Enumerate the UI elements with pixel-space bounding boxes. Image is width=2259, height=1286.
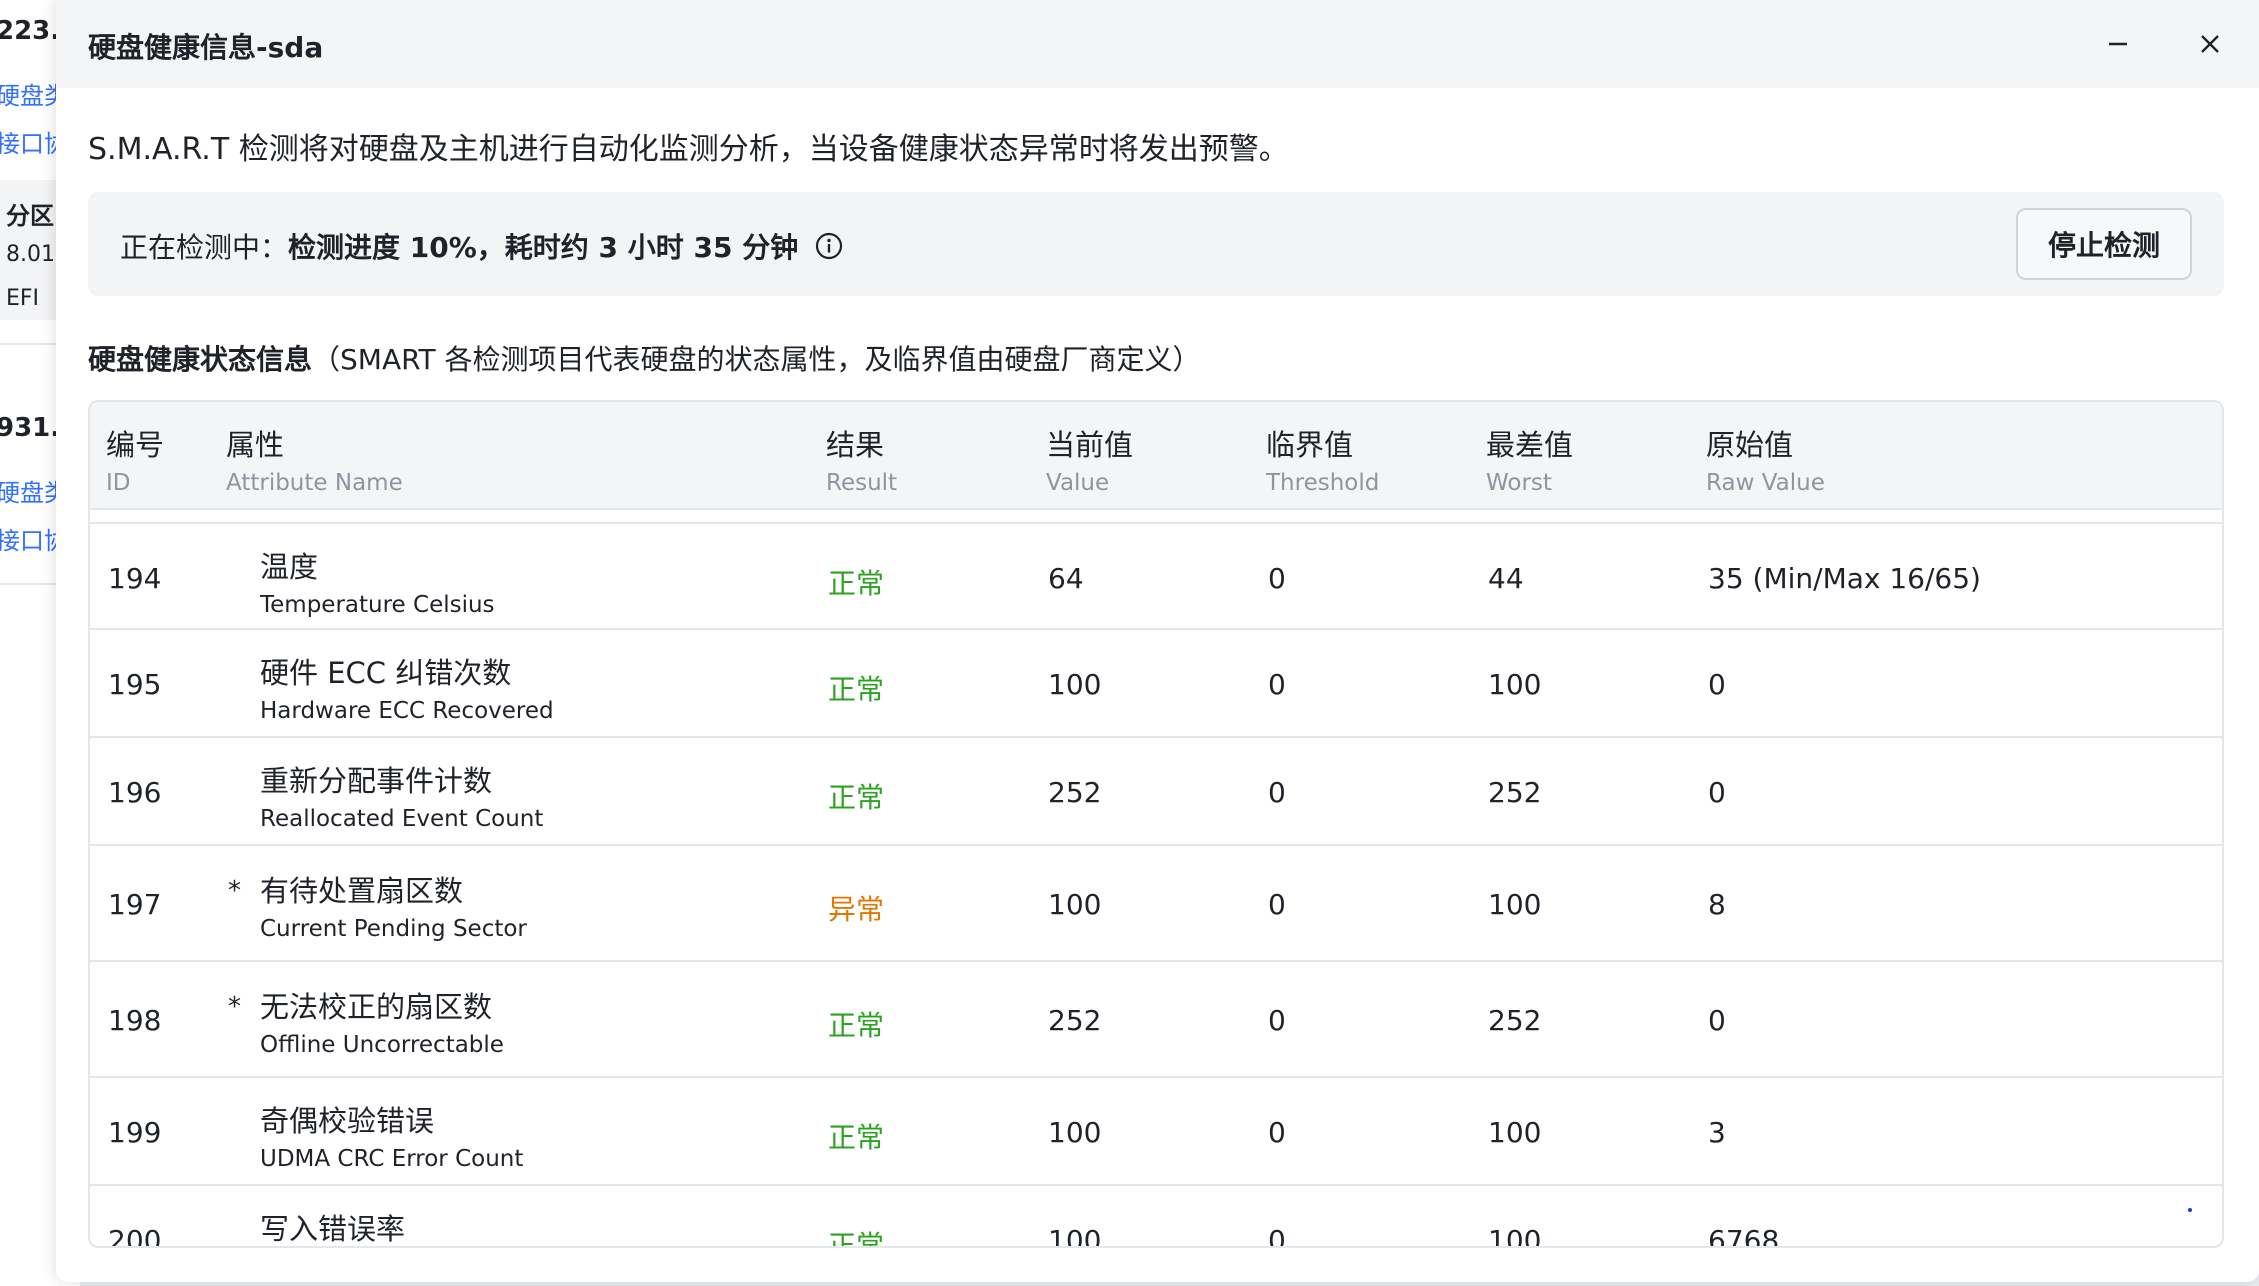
- cell-result: 正常: [828, 673, 885, 706]
- cell-raw-value: 35 (Min/Max 16/65): [1708, 562, 1981, 595]
- cell-id: 195: [108, 668, 162, 701]
- cell-worst: 100: [1488, 668, 1542, 701]
- partition-title: 分区: [6, 202, 54, 230]
- col-threshold: 临界值 Threshold: [1266, 428, 1380, 496]
- cell-threshold: 0: [1268, 776, 1286, 809]
- disk-health-dialog: 硬盘健康信息-sda S.M.A.R.T 检测将对硬盘及主机进行自动化监测分析，…: [56, 0, 2259, 1282]
- cell-attribute: 写入错误率: [260, 1212, 406, 1246]
- cell-worst: 100: [1488, 1116, 1542, 1149]
- cell-result: 正常: [828, 1121, 885, 1154]
- cell-worst: 100: [1488, 888, 1542, 921]
- cell-id: 200: [108, 1224, 162, 1248]
- cell-worst: 44: [1488, 562, 1524, 595]
- cell-worst: 252: [1488, 1004, 1542, 1037]
- cell-raw-value: 0: [1708, 668, 1726, 701]
- cell-raw-value: 0: [1708, 776, 1726, 809]
- cell-raw-value: 8: [1708, 888, 1726, 921]
- cell-attribute: 硬件 ECC 纠错次数 Hardware ECC Recovered: [260, 656, 554, 724]
- col-id: 编号 ID: [106, 428, 165, 496]
- smart-table[interactable]: 编号 ID 属性 Attribute Name 结果 Result 当前值 Value …: [88, 400, 2224, 1248]
- table-row[interactable]: 197 * 有待处置扇区数 Current Pending Sector 异常 1…: [90, 846, 2222, 962]
- critical-marker: *: [228, 992, 241, 1022]
- cell-value: 252: [1048, 776, 1102, 809]
- minimize-button[interactable]: [2096, 22, 2140, 66]
- close-icon: [2201, 35, 2219, 53]
- col-raw-value: 原始值 Raw Value: [1706, 428, 1825, 496]
- cell-raw-value: 0: [1708, 1004, 1726, 1037]
- cell-threshold: 0: [1268, 1116, 1286, 1149]
- table-row[interactable]: 199 奇偶校验错误 UDMA CRC Error Count 正常 100 0 …: [90, 1078, 2222, 1186]
- section-title: 硬盘健康状态信息（SMART 各检测项目代表硬盘的状态属性，及临界值由硬盘厂商定…: [88, 338, 1201, 378]
- cell-raw-value: 6768: [1708, 1224, 1780, 1248]
- critical-marker: *: [228, 876, 241, 906]
- cell-threshold: 0: [1268, 888, 1286, 921]
- cell-attribute: 无法校正的扇区数 Offline Uncorrectable: [260, 990, 504, 1058]
- cell-threshold: 0: [1268, 1004, 1286, 1037]
- cell-worst: 252: [1488, 776, 1542, 809]
- cell-raw-value: 3: [1708, 1116, 1726, 1149]
- cell-result: 正常: [828, 781, 885, 814]
- cell-id: 196: [108, 776, 162, 809]
- cell-result: 正常: [828, 1009, 885, 1042]
- detection-progress-panel: 正在检测中： 检测进度 10%，耗时约 3 小时 35 分钟 停止检测: [88, 192, 2224, 296]
- table-header: 编号 ID 属性 Attribute Name 结果 Result 当前值 Value …: [90, 402, 2222, 510]
- minimize-icon: [2109, 42, 2127, 46]
- cell-id: 197: [108, 888, 162, 921]
- col-attribute: 属性 Attribute Name: [226, 428, 403, 496]
- dialog-header: 硬盘健康信息-sda: [56, 0, 2259, 88]
- cell-threshold: 0: [1268, 1224, 1286, 1248]
- table-row[interactable]: 198 * 无法校正的扇区数 Offline Uncorrectable 正常 2…: [90, 962, 2222, 1078]
- info-icon[interactable]: [814, 231, 844, 261]
- cell-id: 194: [108, 562, 162, 595]
- cell-value: 100: [1048, 888, 1102, 921]
- table-body: 194 温度 Temperature Celsius 正常 64 0 44 35 …: [90, 522, 2222, 1248]
- cell-id: 199: [108, 1116, 162, 1149]
- cell-id: 198: [108, 1004, 162, 1037]
- cell-attribute: 重新分配事件计数 Reallocated Event Count: [260, 764, 544, 832]
- partition-size: 8.01: [6, 242, 55, 267]
- cell-value: 100: [1048, 1116, 1102, 1149]
- dialog-title: 硬盘健康信息-sda: [88, 31, 324, 64]
- col-value: 当前值 Value: [1046, 428, 1134, 496]
- progress-prefix: 正在检测中：: [120, 231, 289, 264]
- partition-name: EFI: [6, 286, 40, 311]
- cell-result: 正常: [828, 1229, 885, 1248]
- stop-detection-button[interactable]: 停止检测: [2016, 208, 2192, 280]
- table-row[interactable]: 194 温度 Temperature Celsius 正常 64 0 44 35 …: [90, 522, 2222, 630]
- smart-intro-text: S.M.A.R.T 检测将对硬盘及主机进行自动化监测分析，当设备健康状态异常时将…: [88, 132, 1289, 167]
- scroll-indicator-dot: [2188, 1208, 2192, 1212]
- col-result: 结果 Result: [826, 428, 898, 496]
- cell-result: 异常: [828, 893, 885, 926]
- cell-value: 100: [1048, 1224, 1102, 1248]
- cell-threshold: 0: [1268, 668, 1286, 701]
- cell-result: 正常: [828, 567, 885, 600]
- cell-attribute: 有待处置扇区数 Current Pending Sector: [260, 874, 527, 942]
- cell-attribute: 温度 Temperature Celsius: [260, 550, 495, 618]
- section-title-main: 硬盘健康状态信息: [88, 343, 313, 376]
- progress-text: 正在检测中： 检测进度 10%，耗时约 3 小时 35 分钟: [120, 226, 844, 266]
- progress-status: 检测进度 10%，耗时约 3 小时 35 分钟: [288, 231, 799, 264]
- col-worst: 最差值 Worst: [1486, 428, 1574, 496]
- cell-value: 100: [1048, 668, 1102, 701]
- cell-attribute: 奇偶校验错误 UDMA CRC Error Count: [260, 1104, 524, 1172]
- table-row[interactable]: 200 写入错误率 正常 100 0 100 6768: [90, 1186, 2222, 1248]
- cell-value: 252: [1048, 1004, 1102, 1037]
- cell-value: 64: [1048, 562, 1084, 595]
- cell-threshold: 0: [1268, 562, 1286, 595]
- table-row[interactable]: 196 重新分配事件计数 Reallocated Event Count 正常 2…: [90, 738, 2222, 846]
- table-row[interactable]: 195 硬件 ECC 纠错次数 Hardware ECC Recovered 正常…: [90, 630, 2222, 738]
- cell-worst: 100: [1488, 1224, 1542, 1248]
- section-title-note: （SMART 各检测项目代表硬盘的状态属性，及临界值由硬盘厂商定义）: [312, 343, 1201, 376]
- close-button[interactable]: [2188, 22, 2232, 66]
